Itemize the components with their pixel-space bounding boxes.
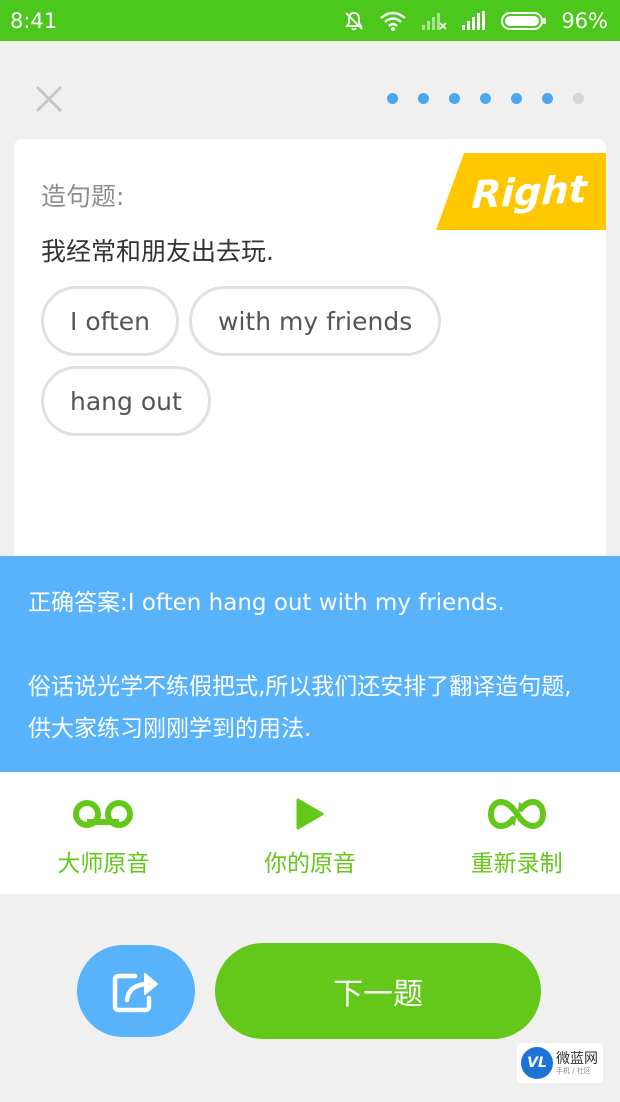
battery-percent: 96% [561,8,608,33]
battery-icon [501,11,547,31]
progress-dot [542,93,553,104]
question-type: 造句题: [41,182,125,211]
result-badge-label: Right [470,166,588,217]
close-icon [35,85,63,113]
mute-bell-icon [343,10,365,32]
master-audio-button[interactable]: 大师原音 [0,772,207,894]
next-question-button[interactable]: 下一题 [215,943,541,1039]
progress-dot [573,93,584,104]
your-audio-button[interactable]: 你的原音 [207,772,414,894]
wifi-icon [379,10,407,32]
status-time: 8:41 [10,8,58,33]
watermark-name: 微蓝网 [556,1050,598,1067]
share-icon [112,973,158,1013]
question-card: Right 造句题: 我经常和朋友出去玩. I often with my fr… [14,139,606,564]
word-chip[interactable]: hang out [41,366,211,436]
progress-dot [418,93,429,104]
progress-dot [449,93,460,104]
watermark-logo: VL 微蓝网 手机 / 社区 [517,1043,603,1083]
share-button[interactable] [77,945,195,1037]
close-button[interactable] [34,84,64,114]
word-chip[interactable]: I often [41,286,180,356]
word-chips: I often with my friends hang out [41,286,461,436]
audio-toolbar: 大师原音 你的原音 重新录制 [0,772,620,894]
rerecord-label: 重新录制 [470,851,563,877]
your-audio-label: 你的原音 [264,851,356,877]
word-chip[interactable]: with my friends [189,286,442,356]
answer-panel: 正确答案:I often hang out with my friends. 俗… [0,556,620,772]
correct-answer: 正确答案:I often hang out with my friends. [28,590,505,616]
result-badge: Right [436,153,606,230]
rerecord-button[interactable]: 重新录制 [413,772,620,894]
watermark-vl-logo: VL [521,1047,553,1079]
play-icon [295,794,325,834]
question-sentence: 我经常和朋友出去玩. [41,237,274,266]
watermark-sub: 手机 / 社区 [556,1066,591,1075]
signal-empty-icon [421,11,447,31]
status-icons: 96% [343,9,608,33]
progress-indicator [387,93,584,104]
progress-dot [387,93,398,104]
loop-icon [486,794,548,834]
voicemail-icon [72,794,134,834]
progress-dot [480,93,491,104]
signal-icon [461,10,487,31]
progress-dot [511,93,522,104]
explanation-text: 俗话说光学不练假把式,所以我们还安排了翻译造句题,供大家练习刚刚学到的用法. [28,674,572,742]
status-bar: 8:41 96% [0,0,620,41]
master-audio-label: 大师原音 [57,851,150,877]
